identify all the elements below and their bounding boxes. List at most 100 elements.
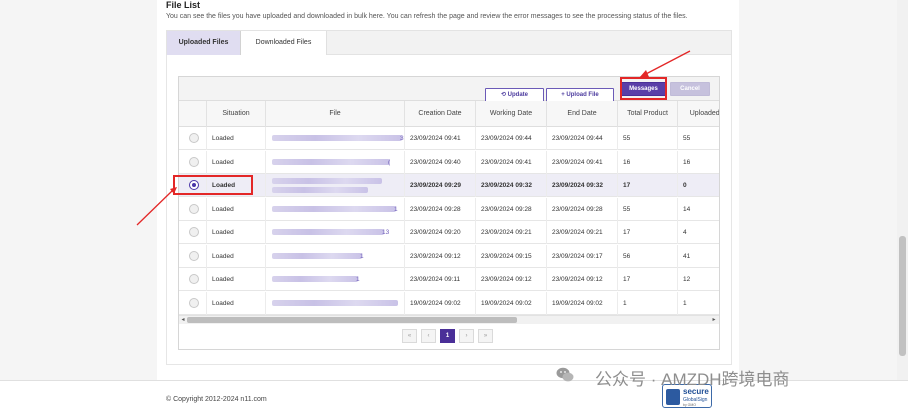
page-scroll-thumb[interactable] [899, 236, 906, 356]
refresh-icon: ⟲ [500, 92, 506, 98]
tab-downloaded-files[interactable]: Downloaded Files [241, 31, 327, 55]
header-end-date: End Date [547, 101, 618, 127]
redacted-filename [272, 178, 382, 184]
table-row[interactable]: Loaded 1 23/09/2024 09:12 23/09/2024 09:15 2… [179, 244, 719, 268]
header-uploaded-product: Uploaded P [678, 101, 719, 127]
cell-total: 17 [618, 174, 678, 197]
cell-end: 23/09/2024 09:21 [547, 221, 618, 244]
cell-uploaded: 41 [678, 245, 719, 268]
row-select-cell [179, 150, 207, 174]
wechat-icon [556, 367, 574, 382]
cell-end: 23/09/2024 09:44 [547, 127, 618, 150]
row-select-cell [179, 244, 207, 268]
file-name-cell [266, 291, 405, 315]
cell-total: 55 [618, 127, 678, 150]
row-select-cell [179, 291, 207, 315]
cell-end: 23/09/2024 09:28 [547, 197, 618, 221]
row-radio-button[interactable] [189, 203, 199, 214]
row-radio-button[interactable] [189, 274, 199, 284]
cell-situation: Loaded [207, 221, 266, 244]
cell-creation: 23/09/2024 09:28 [405, 197, 476, 221]
cell-working: 19/09/2024 09:02 [476, 291, 547, 315]
scroll-left-arrow[interactable]: ◂ [179, 316, 187, 325]
table-row[interactable]: Loaded 1 23/09/2024 09:28 23/09/2024 09:28 2… [179, 197, 719, 221]
header-creation-date: Creation Date [405, 101, 476, 127]
plus-icon: + [561, 92, 565, 98]
table-row[interactable]: Loaded 13 23/09/2024 09:20 23/09/2024 09:21… [179, 221, 719, 244]
cell-end: 23/09/2024 09:32 [547, 174, 618, 197]
cancel-button[interactable]: Cancel [670, 82, 710, 96]
cell-creation: 19/09/2024 09:02 [405, 291, 476, 315]
horizontal-scroll-thumb[interactable] [187, 317, 517, 323]
first-page-button[interactable]: « [402, 329, 417, 343]
cell-total: 17 [618, 221, 678, 244]
page-description: You can see the files you have uploaded … [166, 13, 688, 20]
row-radio-button[interactable] [189, 227, 199, 237]
redacted-filename [272, 187, 368, 193]
horizontal-scrollbar[interactable]: ◂ ▸ [179, 315, 719, 324]
row-radio-button[interactable] [189, 250, 199, 261]
row-radio-button[interactable] [189, 133, 199, 143]
header-situation: Situation [207, 101, 266, 127]
row-radio-button[interactable] [189, 297, 199, 308]
cell-end: 19/09/2024 09:02 [547, 291, 618, 315]
redacted-filename [272, 276, 358, 282]
filename-fragment: ( [388, 158, 391, 166]
upload-file-button[interactable]: + Upload File [546, 88, 614, 102]
cell-situation: Loaded [207, 150, 266, 174]
cell-working: 23/09/2024 09:28 [476, 197, 547, 221]
cell-end: 23/09/2024 09:12 [547, 268, 618, 291]
page-1-button[interactable]: 1 [440, 329, 455, 343]
redacted-filename [272, 252, 362, 259]
cell-total: 55 [618, 197, 678, 221]
arrow-to-row [136, 187, 177, 226]
next-page-button[interactable]: › [459, 329, 474, 343]
prev-page-button[interactable]: ‹ [421, 329, 436, 343]
redacted-filename [272, 205, 396, 212]
cell-working: 23/09/2024 09:44 [476, 127, 547, 150]
cell-working: 23/09/2024 09:41 [476, 150, 547, 174]
header-working-date: Working Date [476, 101, 547, 127]
cell-creation: 23/09/2024 09:20 [405, 221, 476, 244]
cell-creation: 23/09/2024 09:11 [405, 268, 476, 291]
file-table: ⟲ Update + Upload File Messages Cancel S… [178, 76, 720, 350]
row-radio-button[interactable] [189, 156, 199, 167]
lock-icon [666, 389, 680, 405]
update-button[interactable]: ⟲ Update [485, 88, 544, 102]
file-name-cell: 13 [266, 221, 405, 244]
cell-end: 23/09/2024 09:41 [547, 150, 618, 174]
table-row[interactable]: Loaded 23/09/2024 09:29 23/09/2024 09:32 23… [179, 174, 719, 197]
cell-situation: Loaded [207, 268, 266, 291]
last-page-button[interactable]: » [478, 329, 493, 343]
gmo-label: by GMO [683, 403, 697, 407]
cell-working: 23/09/2024 09:12 [476, 268, 547, 291]
cell-end: 23/09/2024 09:17 [547, 244, 618, 268]
cell-working: 23/09/2024 09:21 [476, 221, 547, 244]
copyright-text: © Copyright 2012-2024 n11.com [166, 396, 267, 403]
cell-working: 23/09/2024 09:15 [476, 244, 547, 268]
scroll-right-arrow[interactable]: ▸ [710, 316, 718, 325]
cell-situation: Loaded [207, 197, 266, 221]
tab-uploaded-files[interactable]: Uploaded Files [167, 31, 241, 55]
table-header: Situation File Creation Date Working Dat… [179, 101, 719, 127]
cell-uploaded: 12 [678, 268, 719, 291]
update-button-label: Update [507, 92, 529, 98]
page: File List You can see the files you have… [0, 0, 908, 411]
cell-uploaded: 4 [678, 221, 719, 244]
table-row[interactable]: Loaded(23/09/2024 09:40 23/09/2024 09:41 2… [179, 150, 719, 174]
upload-file-button-label: Upload File [566, 92, 599, 98]
table-row[interactable]: Loaded 1 23/09/2024 09:11 23/09/2024 09:12 2… [179, 268, 719, 291]
file-name-cell: 1 [266, 268, 405, 291]
file-name-cell: 1 [266, 244, 405, 268]
row-select-cell [179, 197, 207, 221]
table-row[interactable]: Loaded3923/09/2024 09:4123/09/2024 09:44… [179, 127, 719, 150]
redacted-filename [272, 299, 398, 306]
row-select-cell [179, 127, 207, 150]
table-row[interactable]: Loaded 19/09/2024 09:02 19/09/2024 09:02 19… [179, 291, 719, 315]
cell-total: 16 [618, 150, 678, 174]
cell-uploaded: 14 [678, 198, 719, 221]
arrow-to-messages [639, 50, 691, 78]
page-scrollbar[interactable] [897, 0, 908, 380]
cell-uploaded: 0 [678, 174, 719, 197]
cell-creation: 23/09/2024 09:29 [405, 174, 476, 197]
